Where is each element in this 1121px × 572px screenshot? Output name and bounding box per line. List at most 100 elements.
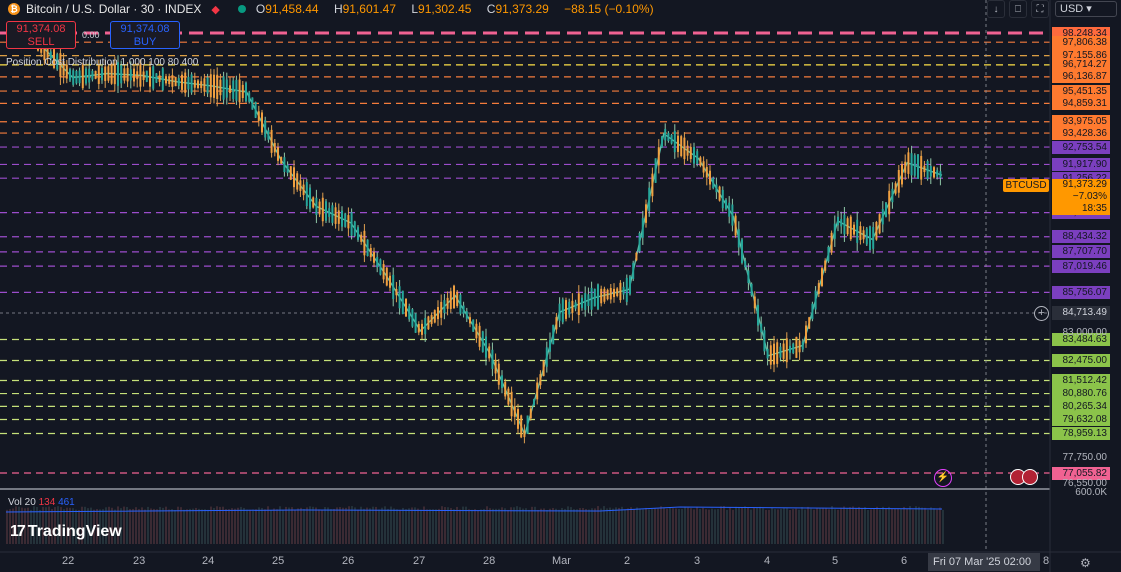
buy-price: 91,374.08 xyxy=(120,23,170,35)
candle-body xyxy=(376,257,379,268)
candle-body xyxy=(689,146,692,159)
volume-bar xyxy=(681,508,683,544)
candle-body xyxy=(414,313,417,333)
bitcoin-icon: ₿ xyxy=(8,3,20,15)
volume-bar xyxy=(360,506,362,544)
level-label: 91,917.90 xyxy=(1052,157,1110,171)
volume-bar xyxy=(561,507,563,544)
volume-bar xyxy=(636,507,638,544)
candle-body xyxy=(209,74,212,98)
candle-body xyxy=(597,284,599,310)
candle-body xyxy=(485,336,487,358)
candle-body xyxy=(725,199,727,210)
spread-value: 0.00 xyxy=(82,30,100,40)
candle-body xyxy=(750,283,753,296)
settings-icon[interactable]: ⚙ xyxy=(1080,556,1091,570)
volume-legend[interactable]: Vol 20 134 461 xyxy=(8,497,75,508)
price-chart[interactable] xyxy=(0,0,1121,572)
candle-body xyxy=(277,147,279,161)
volume-bar xyxy=(585,509,587,544)
volume-label: Vol 20 xyxy=(8,497,36,508)
volume-bar xyxy=(918,506,920,544)
candle-body xyxy=(830,232,833,253)
volume-bar xyxy=(291,507,293,544)
current-price-box: 91,373.29 −7.03% 18:35 xyxy=(1052,179,1110,215)
level-label: 88,434.32 xyxy=(1052,230,1110,244)
candle-body xyxy=(747,270,750,284)
fullscreen-icon[interactable]: ⛶ xyxy=(1031,0,1049,18)
volume-bar xyxy=(615,507,617,544)
volume-bar xyxy=(216,506,218,544)
volume-bar xyxy=(249,509,251,544)
volume-bar xyxy=(333,508,335,544)
candle-body xyxy=(654,158,657,183)
symbol-title[interactable]: Bitcoin / U.S. Dollar · 30 · INDEX xyxy=(26,2,201,16)
candle-body xyxy=(369,248,372,258)
volume-bar xyxy=(285,506,287,544)
chart-background xyxy=(0,0,1050,572)
candle-body xyxy=(705,167,708,178)
indicator-legend[interactable]: Position Cost Distribution 1,000 100 80 … xyxy=(6,57,198,68)
candle-body xyxy=(472,319,475,332)
time-axis-tick: 4 xyxy=(764,555,771,567)
volume-bar xyxy=(789,509,791,544)
volume-bar xyxy=(321,509,323,544)
volume-bar xyxy=(372,506,374,544)
volume-bar xyxy=(150,508,152,544)
crosshair-date-label: Fri 07 Mar '25 02:00 xyxy=(928,553,1040,571)
volume-bar xyxy=(720,506,722,544)
candle-body xyxy=(174,76,177,87)
candle-body xyxy=(593,288,596,307)
volume-bar xyxy=(495,508,497,544)
candle-body xyxy=(929,165,932,177)
candle-body xyxy=(728,202,731,217)
level-label: 82,475.00 xyxy=(1052,353,1110,367)
candle-body xyxy=(88,68,91,83)
volume-bar xyxy=(828,509,830,544)
candle-body xyxy=(827,246,830,262)
time-axis-tick: 24 xyxy=(202,555,215,567)
time-axis-tick: 25 xyxy=(272,555,285,567)
tradingview-logo[interactable]: 17 TradingView xyxy=(10,523,122,541)
volume-bar xyxy=(201,509,203,544)
candle-body xyxy=(305,182,308,207)
us-flag-icon[interactable] xyxy=(1022,469,1038,485)
candle-body xyxy=(526,415,529,434)
volume-bar xyxy=(510,507,512,544)
candle-body xyxy=(465,311,468,319)
candle-body xyxy=(347,215,350,229)
candle-body xyxy=(817,283,820,294)
current-change: −7.03% xyxy=(1072,191,1107,202)
candle-body xyxy=(510,391,513,417)
candle-body xyxy=(286,164,289,173)
volume-bar xyxy=(921,507,923,544)
volume-bar xyxy=(816,508,818,544)
candle-body xyxy=(222,76,225,100)
text-icon[interactable]: ⎕ xyxy=(1009,0,1027,18)
volume-bar xyxy=(885,508,887,544)
download-icon[interactable]: ↓ xyxy=(987,0,1005,18)
buy-button[interactable]: 91,374.08 BUY xyxy=(110,21,180,49)
lightning-icon[interactable]: ⚡ xyxy=(934,469,952,487)
flag-icon[interactable]: ◆ xyxy=(211,3,219,16)
add-alert-icon[interactable]: + xyxy=(1034,306,1049,321)
candle-body xyxy=(686,145,689,156)
candle-body xyxy=(670,134,673,144)
candle-body xyxy=(81,64,84,89)
candle-body xyxy=(731,204,734,226)
candle-body xyxy=(904,161,907,173)
candle-body xyxy=(177,78,180,86)
candle-body xyxy=(459,294,462,314)
volume-bar xyxy=(300,507,302,544)
volume-bar xyxy=(144,509,146,544)
volume-bar xyxy=(336,507,338,544)
candle-body xyxy=(808,317,811,329)
currency-select[interactable]: USD ▾ xyxy=(1055,1,1117,17)
candle-body xyxy=(859,226,862,241)
candle-body xyxy=(318,201,321,215)
volume-axis-tick: 600.0K xyxy=(1075,487,1107,498)
volume-bar xyxy=(756,507,758,544)
volume-bar xyxy=(483,508,485,544)
sell-button[interactable]: 91,374.08 SELL xyxy=(6,21,76,49)
candle-body xyxy=(408,306,411,320)
